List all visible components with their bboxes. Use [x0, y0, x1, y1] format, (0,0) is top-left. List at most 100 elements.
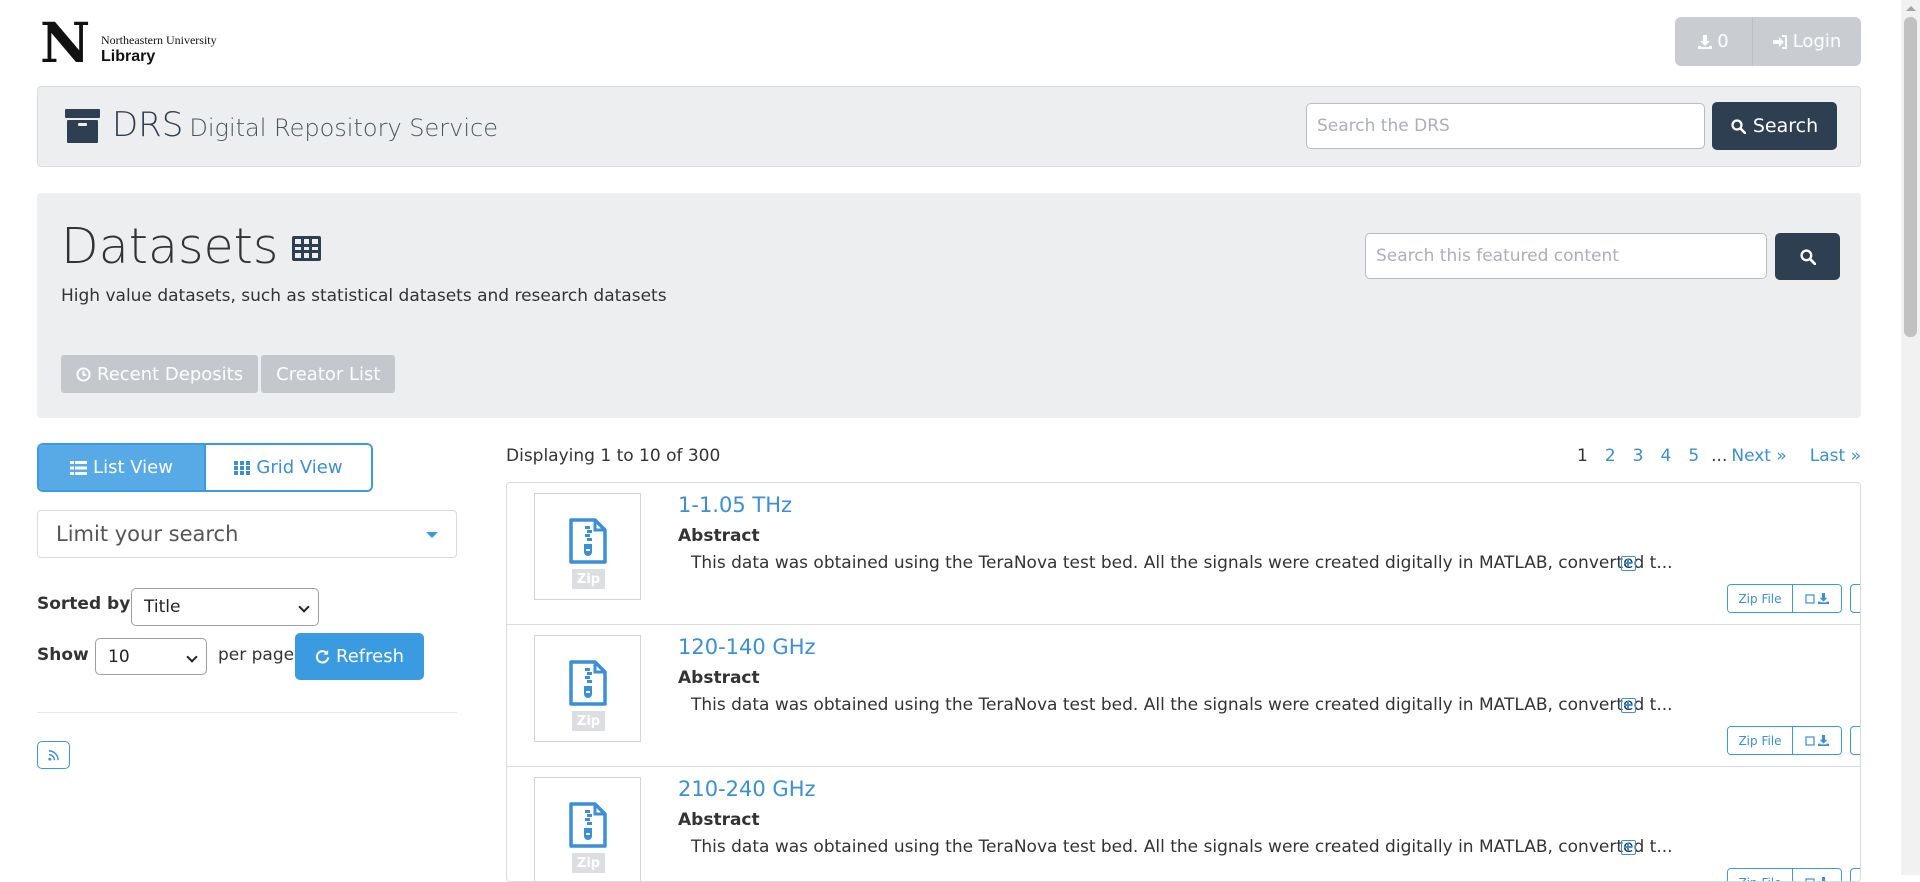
expand-icon[interactable]: [1621, 698, 1636, 713]
archive-icon: [65, 109, 100, 143]
drs-home-link[interactable]: DRSDigital Repository Service: [112, 105, 498, 148]
result-thumbnail[interactable]: Zip: [534, 493, 641, 600]
download-group: Zip File: [1727, 726, 1842, 755]
login-button[interactable]: Login: [1752, 17, 1861, 66]
caret-down-icon: [426, 532, 438, 538]
zip-label: Zip: [572, 711, 605, 731]
search-icon: [1800, 249, 1816, 265]
list-view-button[interactable]: List View: [39, 445, 204, 490]
comment-button[interactable]: [1850, 726, 1861, 755]
select-download-button[interactable]: [1792, 585, 1841, 612]
refresh-icon: [315, 649, 330, 664]
page-link[interactable]: 2: [1605, 446, 1616, 466]
zip-file-icon: [569, 660, 607, 706]
sort-select-value: Title: [144, 597, 180, 617]
scrollbar-thumb[interactable]: [1904, 17, 1917, 337]
drs-subtitle: Digital Repository Service: [189, 114, 498, 142]
result-title-link[interactable]: 120-140 GHz: [678, 635, 816, 659]
results-count: Displaying 1 to 10 of 300: [506, 446, 720, 466]
show-label: Show: [37, 645, 89, 665]
sorted-by-label: Sorted by: [37, 594, 130, 614]
result-actions: Zip File: [1727, 584, 1861, 613]
result-thumbnail[interactable]: Zip: [534, 777, 641, 882]
zip-file-button[interactable]: Zip File: [1728, 727, 1792, 754]
result-title-link[interactable]: 1-1.05 THz: [678, 493, 792, 517]
grid-icon: [234, 461, 250, 475]
chevron-down-icon: [298, 601, 309, 612]
abstract-text: This data was obtained using the TeraNov…: [691, 837, 1673, 857]
view-toggle: List View Grid View: [37, 443, 373, 492]
result-actions: Zip File: [1727, 726, 1861, 755]
limit-search-label: Limit your search: [56, 522, 238, 546]
comment-button[interactable]: [1850, 868, 1861, 882]
logo-university: Northeastern University: [101, 33, 217, 48]
chevron-down-icon: [186, 651, 197, 662]
refresh-label: Refresh: [336, 646, 404, 667]
page-link[interactable]: 5: [1688, 446, 1699, 466]
next-page-link[interactable]: Next »: [1731, 446, 1786, 466]
last-page-link[interactable]: Last »: [1810, 446, 1861, 466]
drs-header-bar: DRSDigital Repository Service Search the…: [37, 86, 1861, 167]
login-label: Login: [1793, 31, 1842, 52]
featured-search-input[interactable]: Search this featured content: [1365, 233, 1767, 279]
search-icon: [1731, 119, 1746, 134]
checkbox-icon: [1805, 594, 1815, 604]
abstract-label: Abstract: [678, 526, 760, 546]
zip-file-icon: [569, 518, 607, 564]
results-list: Zip 1-1.05 THz Abstract This data was ob…: [506, 482, 1861, 882]
result-thumbnail[interactable]: Zip: [534, 635, 641, 742]
download-icon: [1818, 735, 1829, 746]
rss-feed-button[interactable]: [37, 741, 70, 769]
creator-list-label: Creator List: [276, 364, 380, 385]
creator-list-button[interactable]: Creator List: [261, 355, 395, 393]
list-icon: [70, 461, 87, 475]
downloads-button[interactable]: 0: [1675, 17, 1752, 66]
per-page-value: 10: [108, 647, 130, 667]
drs-search-input[interactable]: Search the DRS: [1306, 103, 1705, 149]
expand-icon[interactable]: [1621, 556, 1636, 571]
grid-view-button[interactable]: Grid View: [204, 445, 371, 490]
zip-file-button[interactable]: Zip File: [1728, 585, 1792, 612]
featured-tabs: Recent Deposits Creator List: [61, 355, 395, 393]
table-icon: [292, 236, 321, 261]
page-scrollbar[interactable]: [1901, 0, 1920, 875]
pagination: 1 2 3 4 5 ... Next » Last »: [1560, 446, 1861, 466]
page: N Northeastern University Library 0 Logi…: [37, 0, 1861, 875]
featured-search-button[interactable]: [1775, 233, 1840, 280]
limit-search-dropdown[interactable]: Limit your search: [37, 510, 457, 558]
per-page-select[interactable]: 10: [95, 638, 207, 675]
abstract-text: This data was obtained using the TeraNov…: [691, 695, 1673, 715]
clock-icon: [76, 367, 91, 382]
page-link[interactable]: 3: [1633, 446, 1644, 466]
drs-title: DRS: [112, 105, 183, 145]
abstract-label: Abstract: [678, 668, 760, 688]
recent-deposits-button[interactable]: Recent Deposits: [61, 355, 258, 393]
result-item: Zip 1-1.05 THz Abstract This data was ob…: [507, 483, 1861, 625]
zip-file-button[interactable]: Zip File: [1728, 869, 1792, 882]
download-icon: [1818, 877, 1829, 882]
drs-search-label: Search: [1753, 115, 1818, 137]
download-group: Zip File: [1727, 868, 1842, 882]
library-logo[interactable]: N Northeastern University Library: [40, 18, 240, 70]
rss-icon: [48, 750, 59, 761]
select-download-button[interactable]: [1792, 869, 1841, 882]
page-description: High value datasets, such as statistical…: [61, 286, 667, 306]
page-ellipsis: ...: [1711, 446, 1727, 466]
drs-search-button[interactable]: Search: [1712, 102, 1837, 150]
select-download-button[interactable]: [1792, 727, 1841, 754]
zip-label: Zip: [572, 569, 605, 589]
refresh-button[interactable]: Refresh: [295, 633, 424, 680]
sidebar-divider: [37, 712, 457, 713]
page-title-text: Datasets: [61, 218, 278, 275]
checkbox-icon: [1805, 736, 1815, 746]
sign-in-icon: [1773, 35, 1788, 49]
sort-select[interactable]: Title: [131, 588, 319, 626]
abstract-text: This data was obtained using the TeraNov…: [691, 553, 1673, 573]
expand-icon[interactable]: [1621, 840, 1636, 855]
result-title-link[interactable]: 210-240 GHz: [678, 777, 816, 801]
page-link[interactable]: 4: [1660, 446, 1671, 466]
scroll-up-arrow-icon[interactable]: [1906, 6, 1916, 11]
download-icon: [1698, 35, 1712, 49]
comment-button[interactable]: [1850, 584, 1861, 613]
downloads-count: 0: [1717, 31, 1728, 52]
